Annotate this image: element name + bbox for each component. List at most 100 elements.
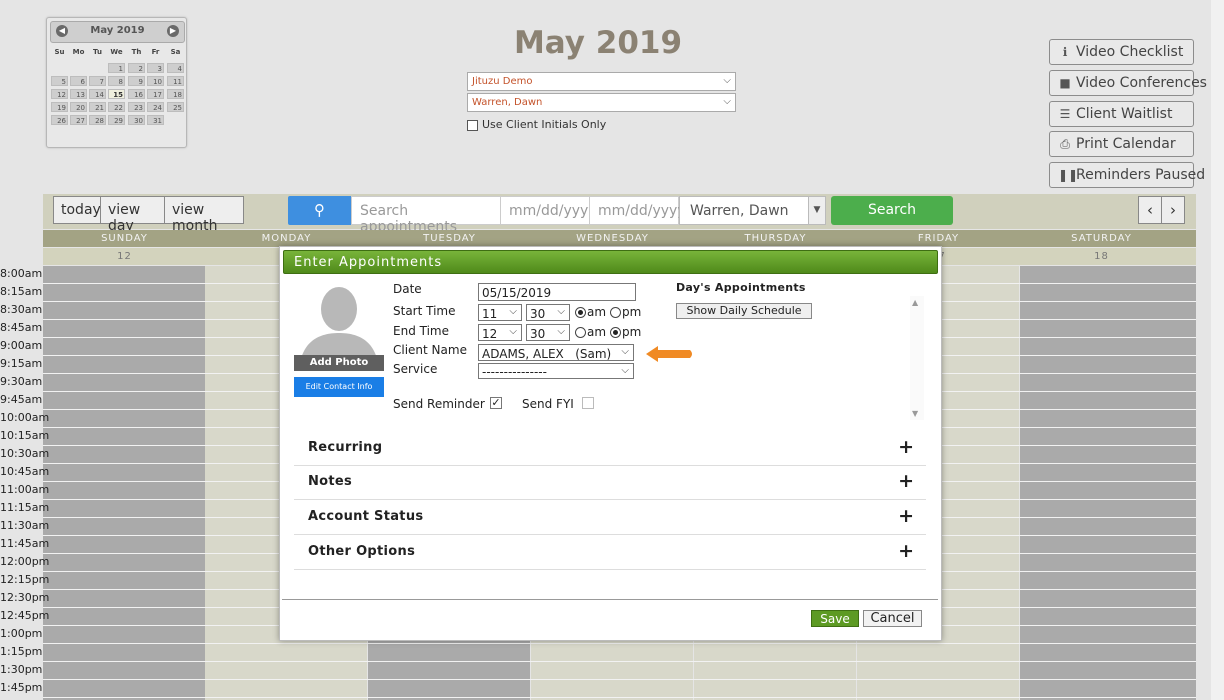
time-slot-label: 9:45am xyxy=(0,393,43,406)
video-conferences-button[interactable]: ■ Video Conferences xyxy=(1049,70,1207,96)
mini-calendar-day[interactable]: 5 xyxy=(51,76,68,86)
start-pm-radio[interactable] xyxy=(610,307,621,318)
mini-calendar-day[interactable]: 30 xyxy=(128,115,145,125)
time-slot-label: 1:45pm xyxy=(0,681,43,694)
mini-calendar-day[interactable]: 17 xyxy=(147,89,164,99)
print-calendar-button[interactable]: ⎙ Print Calendar xyxy=(1049,131,1194,157)
view-day-button[interactable]: view day xyxy=(100,196,165,234)
mini-calendar-day[interactable]: 20 xyxy=(70,102,87,112)
next-week-button[interactable]: › xyxy=(1161,196,1185,224)
end-am-radio[interactable] xyxy=(575,327,586,338)
mini-next-month-icon[interactable]: ▶ xyxy=(167,25,179,37)
provider-filter-select[interactable]: Warren, Dawn ▼ xyxy=(679,196,826,225)
mini-calendar-day[interactable]: 26 xyxy=(51,115,68,125)
other-options-section[interactable]: Other Options + xyxy=(294,534,926,570)
mini-calendar-day[interactable]: 9 xyxy=(128,76,145,86)
reminders-paused-button[interactable]: ❚❚Reminders Paused xyxy=(1049,162,1205,188)
scroll-down-icon[interactable]: ▼ xyxy=(912,409,918,418)
mini-calendar-day[interactable]: 15 xyxy=(108,89,125,99)
mini-calendar-day[interactable]: 10 xyxy=(147,76,164,86)
mini-dow-label: Th xyxy=(131,48,142,56)
mini-calendar-day[interactable]: 2 xyxy=(128,63,145,73)
client-initials-checkbox[interactable] xyxy=(467,119,478,131)
mini-calendar-day[interactable]: 1 xyxy=(108,63,125,73)
mini-calendar: ◀ May 2019 ▶ Su Mo Tu We Th Fr Sa 1 2 3 4 5 6 7 8 9 10 11… xyxy=(46,17,187,148)
end-minute-select[interactable]: 30 ⌵ xyxy=(526,324,570,341)
plus-icon[interactable]: + xyxy=(898,505,914,527)
mini-calendar-day[interactable]: 13 xyxy=(70,89,87,99)
add-photo-button[interactable]: Add Photo xyxy=(294,355,384,371)
mini-calendar-day[interactable]: 28 xyxy=(89,115,106,125)
day-column[interactable] xyxy=(1020,266,1196,700)
time-slot-label: 10:15am xyxy=(0,429,50,442)
notes-section[interactable]: Notes + xyxy=(294,464,926,500)
mini-calendar-day[interactable]: 29 xyxy=(108,115,125,125)
plus-icon[interactable]: + xyxy=(898,436,914,458)
send-fyi-label: Send FYI xyxy=(522,397,574,411)
mini-calendar-day[interactable]: 7 xyxy=(89,76,106,86)
date-to-input[interactable]: mm/dd/yyyy xyxy=(589,196,686,225)
view-month-button[interactable]: view month xyxy=(164,196,244,234)
search-input[interactable]: Search appointments xyxy=(351,196,501,235)
mini-calendar-day[interactable]: 6 xyxy=(70,76,87,86)
time-slot-label: 11:45am xyxy=(0,537,50,550)
search-button[interactable]: ⚲ xyxy=(288,196,351,225)
mini-calendar-day[interactable]: 24 xyxy=(147,102,164,112)
date-input[interactable]: 05/15/2019 xyxy=(478,283,636,301)
mini-dow-label: Mo xyxy=(72,48,85,56)
send-fyi-checkbox[interactable] xyxy=(582,397,594,409)
plus-icon[interactable]: + xyxy=(898,540,914,562)
client-initials-option[interactable]: Use Client Initials Only xyxy=(467,118,606,131)
mini-calendar-day[interactable]: 12 xyxy=(51,89,68,99)
day-name: SUNDAY xyxy=(101,233,148,244)
service-select[interactable]: --------------- ⌵ xyxy=(478,363,634,379)
provider-select[interactable]: Warren, Dawn ⌵ xyxy=(467,93,736,112)
mini-calendar-day[interactable]: 3 xyxy=(147,63,164,73)
mini-calendar-day[interactable]: 21 xyxy=(89,102,106,112)
date-from-input[interactable]: mm/dd/yyyy xyxy=(500,196,597,225)
mini-calendar-day[interactable]: 11 xyxy=(167,76,184,86)
today-button[interactable]: today xyxy=(53,196,101,224)
mini-calendar-day[interactable]: 8 xyxy=(108,76,125,86)
mini-calendar-day[interactable]: 18 xyxy=(167,89,184,99)
client-initials-label: Use Client Initials Only xyxy=(482,118,607,131)
mini-calendar-day[interactable]: 31 xyxy=(147,115,164,125)
show-daily-schedule-button[interactable]: Show Daily Schedule xyxy=(676,303,812,319)
start-hour-select[interactable]: 11 ⌵ xyxy=(478,304,522,321)
time-slot-label: 10:30am xyxy=(0,447,50,460)
cancel-button[interactable]: Cancel xyxy=(863,610,922,627)
mini-calendar-day[interactable]: 22 xyxy=(108,102,125,112)
day-column[interactable] xyxy=(43,266,205,700)
page-scrollbar[interactable] xyxy=(1211,0,1224,700)
start-am-radio[interactable] xyxy=(575,307,586,318)
search-availability-button[interactable]: Search Availability xyxy=(831,196,953,247)
plus-icon[interactable]: + xyxy=(898,470,914,492)
appointments-scrollbar[interactable]: ▲ ▼ xyxy=(910,296,924,420)
send-reminder-checkbox[interactable]: ✓ xyxy=(490,397,502,409)
video-checklist-button[interactable]: ℹ Video Checklist xyxy=(1049,39,1194,65)
mini-calendar-day[interactable]: 27 xyxy=(70,115,87,125)
edit-contact-info-button[interactable]: Edit Contact Info xyxy=(294,377,384,397)
mini-calendar-day[interactable]: 16 xyxy=(128,89,145,99)
account-status-section[interactable]: Account Status + xyxy=(294,499,926,535)
mini-dow-label: Fr xyxy=(151,48,160,56)
mini-calendar-day[interactable]: 19 xyxy=(51,102,68,112)
account-select[interactable]: Jituzu Demo ⌵ xyxy=(467,72,736,91)
print-calendar-label: Print Calendar xyxy=(1076,136,1176,152)
start-minute-select[interactable]: 30 ⌵ xyxy=(526,304,570,321)
recurring-section[interactable]: Recurring + xyxy=(294,430,926,466)
mini-calendar-day[interactable]: 25 xyxy=(167,102,184,112)
scroll-up-icon[interactable]: ▲ xyxy=(912,298,918,307)
mini-calendar-day[interactable]: 4 xyxy=(167,63,184,73)
time-slot-divider xyxy=(43,697,1196,698)
client-name-select[interactable]: ADAMS, ALEX (Sam) ⌵ xyxy=(478,344,634,361)
save-button[interactable]: Save xyxy=(811,610,859,627)
day-name: TUESDAY xyxy=(423,233,476,244)
mini-calendar-day[interactable]: 23 xyxy=(128,102,145,112)
enter-appointments-dialog: Enter Appointments Add Photo Edit Contac… xyxy=(279,246,942,641)
end-hour-select[interactable]: 12 ⌵ xyxy=(478,324,522,341)
client-waitlist-button[interactable]: ☰ Client Waitlist xyxy=(1049,101,1194,127)
prev-week-button[interactable]: ‹ xyxy=(1138,196,1162,224)
end-pm-radio[interactable] xyxy=(610,327,621,338)
mini-calendar-day[interactable]: 14 xyxy=(89,89,106,99)
